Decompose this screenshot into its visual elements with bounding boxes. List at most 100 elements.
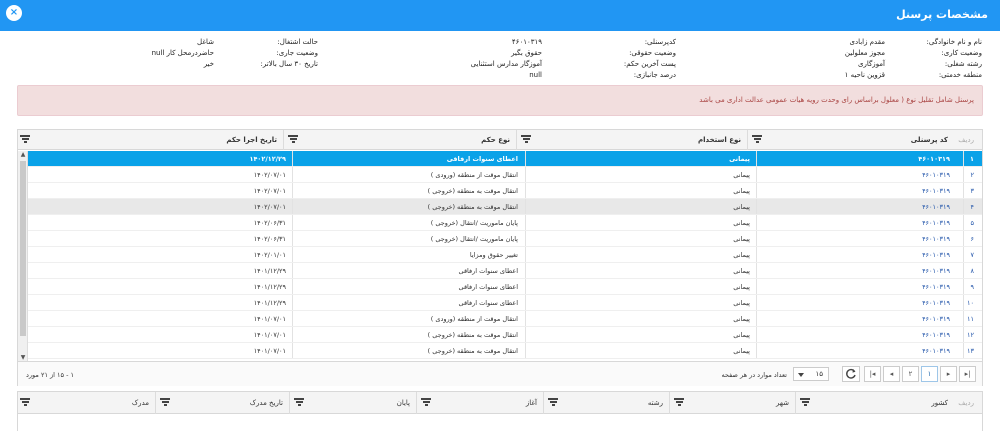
refresh-button[interactable]	[842, 366, 860, 382]
filter-icon[interactable]	[160, 398, 170, 407]
cell-order-type: انتقال موقت از منطقه (ورودی )	[430, 315, 518, 323]
table-row[interactable]: ۱۳ ۴۶۰۱۰۳۱۹ پیمانی انتقال موقت به منطقه (خر…	[28, 343, 982, 359]
cell-code: ۴۶۰۱۰۳۱۹	[922, 251, 950, 259]
cell-order-type: انتقال موقت به منطقه (خروجی )	[427, 347, 518, 355]
column-divider	[525, 295, 526, 310]
info-value: آموزگار مدارس استثنایی	[470, 60, 542, 68]
filter-icon[interactable]	[548, 398, 558, 407]
table-row[interactable]: ۲ ۴۶۰۱۰۳۱۹ پیمانی انتقال موقت از منطقه (ورو…	[28, 167, 982, 183]
filter-icon[interactable]	[421, 398, 431, 407]
table-row[interactable]: ۱۰ ۴۶۰۱۰۳۱۹ پیمانی اعطای سنوات ارفاقی ۱۴۰۱/۱…	[28, 295, 982, 311]
table-row[interactable]: ۶ ۴۶۰۱۰۳۱۹ پیمانی پایان ماموریت /انتقال (خر…	[28, 231, 982, 247]
column-divider	[963, 247, 964, 262]
cell-employment-type: پیمانی	[733, 187, 750, 195]
column-header-end[interactable]: پایان	[289, 392, 416, 414]
grid2-header: ردیف کشور شهر رشته آغاز پایان تاریخ مدرک…	[18, 392, 982, 414]
next-page-button[interactable]: ◂	[883, 366, 900, 382]
column-header-country[interactable]: کشور	[795, 392, 954, 414]
info-label: رشته شغلی:	[944, 60, 982, 68]
cell-employment-type: پیمانی	[733, 171, 750, 179]
column-header-code[interactable]: کد پرسنلی	[747, 130, 954, 150]
column-divider	[756, 151, 757, 166]
column-header-date[interactable]: تاریخ اجرا حکم	[16, 130, 283, 150]
cell-employment-type: پیمانی	[733, 267, 750, 275]
table-row[interactable]: ۹ ۴۶۰۱۰۳۱۹ پیمانی اعطای سنوات ارفاقی ۱۴۰۱/۱۲…	[28, 279, 982, 295]
info-label: تاریخ ۳۰ سال بالاتر:	[260, 60, 318, 68]
column-divider	[756, 327, 757, 342]
column-divider	[525, 279, 526, 294]
filter-icon[interactable]	[521, 135, 531, 144]
orders-grid: ردیف کد پرسنلی نوع استخدام نوع حکم تاریخ…	[17, 129, 983, 386]
row-number: ۶	[970, 235, 975, 243]
column-header-degree-date[interactable]: تاریخ مدرک	[155, 392, 289, 414]
column-header-order-type[interactable]: نوع حکم	[283, 130, 516, 150]
row-number: ۴	[970, 203, 975, 211]
row-number: ۱۰	[967, 299, 974, 307]
cell-order-type: اعطای سنوات ارفاقی	[458, 283, 518, 291]
table-row[interactable]: ۱۱ ۴۶۰۱۰۳۱۹ پیمانی انتقال موقت از منطقه (ور…	[28, 311, 982, 327]
column-header-degree[interactable]: مدرک	[16, 392, 155, 414]
table-row[interactable]: ۷ ۴۶۰۱۰۳۱۹ پیمانی تغییر حقوق ومزایا ۱۴۰۲/۰۱/…	[28, 247, 982, 263]
cell-employment-type: پیمانی	[733, 219, 750, 227]
dialog-title: مشخصات پرسنل	[896, 8, 988, 21]
info-value: مقدم زابادی	[849, 38, 885, 46]
column-divider	[756, 167, 757, 182]
cell-order-type: پایان ماموریت /انتقال (خروجی )	[430, 219, 518, 227]
column-header-start[interactable]: آغاز	[416, 392, 543, 414]
prev-page-button[interactable]: ▸	[940, 366, 957, 382]
cell-order-type: تغییر حقوق ومزایا	[469, 251, 518, 259]
cell-order-type: انتقال موقت از منطقه (ورودی )	[430, 171, 518, 179]
filter-icon[interactable]	[294, 398, 304, 407]
info-label: وضعیت جاری:	[276, 49, 318, 57]
cell-date: ۱۴۰۲/۰۶/۳۱	[253, 235, 286, 243]
filter-icon[interactable]	[288, 135, 298, 144]
filter-icon[interactable]	[800, 398, 810, 407]
dialog-titlebar: مشخصات پرسنل ×	[0, 0, 1000, 31]
row-number: ۳	[970, 187, 975, 195]
column-divider	[525, 311, 526, 326]
table-row[interactable]: ۴ ۴۶۰۱۰۳۱۹ پیمانی انتقال موقت به منطقه (خرو…	[28, 199, 982, 215]
column-header-city[interactable]: شهر	[669, 392, 795, 414]
page-2-button[interactable]: ۲	[902, 366, 919, 382]
filter-icon[interactable]	[20, 398, 30, 407]
row-number: ۲	[970, 171, 975, 179]
scroll-down-icon[interactable]: ▼	[19, 354, 27, 361]
cell-order-type: اعطای سنوات ارفاقی	[446, 155, 518, 163]
row-number: ۱۲	[967, 331, 974, 339]
info-label: کدپرسنلی:	[644, 38, 676, 46]
cell-code: ۴۶۰۱۰۳۱۹	[918, 155, 950, 163]
column-divider	[292, 247, 293, 262]
vertical-scrollbar[interactable]: ▲ ▼	[18, 151, 28, 361]
info-label: منطقه خدمتی:	[938, 71, 982, 79]
page-1-button[interactable]: ۱	[921, 366, 938, 382]
column-divider	[292, 343, 293, 358]
table-row[interactable]: ۸ ۴۶۰۱۰۳۱۹ پیمانی اعطای سنوات ارفاقی ۱۴۰۱/۱۲…	[28, 263, 982, 279]
table-row[interactable]: ۱ ۴۶۰۱۰۳۱۹ پیمانی اعطای سنوات ارفاقی ۱۴۰۲/۱۲…	[28, 151, 982, 167]
column-header-employment-type[interactable]: نوع استخدام	[516, 130, 747, 150]
row-number: ۱۳	[967, 347, 974, 355]
close-icon[interactable]: ×	[6, 5, 22, 21]
scroll-up-icon[interactable]: ▲	[19, 151, 27, 158]
column-divider	[756, 215, 757, 230]
column-divider	[525, 247, 526, 262]
cell-order-type: پایان ماموریت /انتقال (خروجی )	[430, 235, 518, 243]
table-row[interactable]: ۵ ۴۶۰۱۰۳۱۹ پیمانی پایان ماموریت /انتقال (خر…	[28, 215, 982, 231]
table-row[interactable]: ۳ ۴۶۰۱۰۳۱۹ پیمانی انتقال موقت به منطقه (خرو…	[28, 183, 982, 199]
table-row[interactable]: ۱۲ ۴۶۰۱۰۳۱۹ پیمانی انتقال موقت به منطقه (خر…	[28, 327, 982, 343]
filter-icon[interactable]	[752, 135, 762, 144]
cell-code: ۴۶۰۱۰۳۱۹	[922, 187, 950, 195]
column-header-field[interactable]: رشته	[543, 392, 669, 414]
column-divider	[963, 263, 964, 278]
first-page-button[interactable]: |▸	[959, 366, 976, 382]
column-divider	[292, 327, 293, 342]
cell-code: ۴۶۰۱۰۳۱۹	[922, 267, 950, 275]
filter-icon[interactable]	[674, 398, 684, 407]
last-page-button[interactable]: ◂|	[864, 366, 881, 382]
scroll-thumb[interactable]	[20, 161, 26, 336]
page-size-select[interactable]: ۱۵	[793, 367, 829, 381]
cell-order-type: اعطای سنوات ارفاقی	[458, 299, 518, 307]
filter-icon[interactable]	[20, 135, 30, 144]
cell-order-type: انتقال موقت به منطقه (خروجی )	[427, 331, 518, 339]
cell-date: ۱۴۰۲/۰۱/۰۱	[253, 251, 286, 259]
column-divider	[963, 231, 964, 246]
